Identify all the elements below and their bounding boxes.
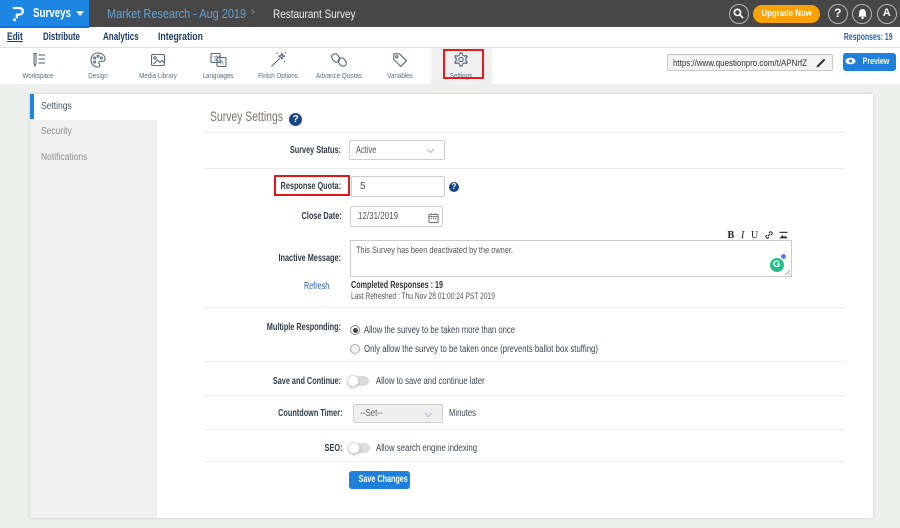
- svg-text:A: A: [219, 60, 224, 67]
